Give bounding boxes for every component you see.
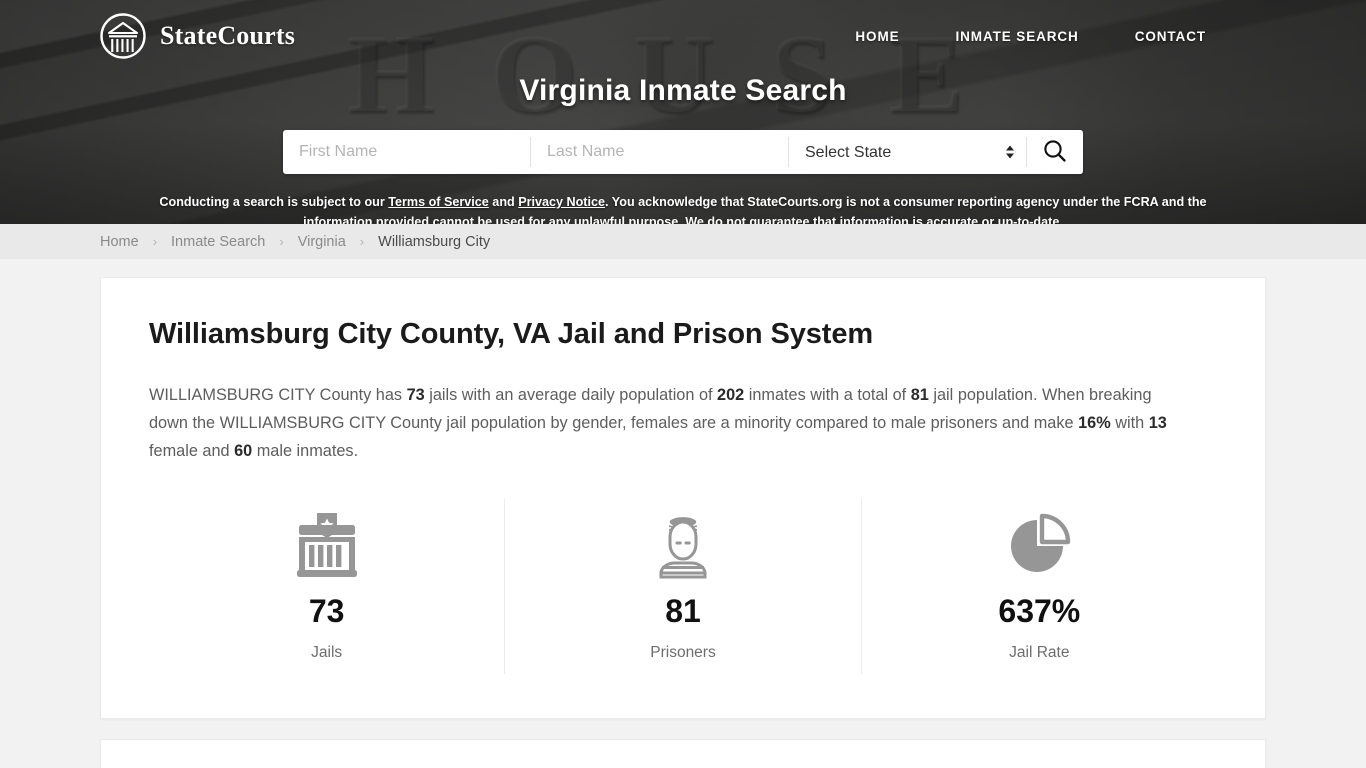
privacy-notice-link[interactable]: Privacy Notice [518,195,605,209]
county-summary-paragraph: WILLIAMSBURG CITY County has 73 jails wi… [149,381,1179,465]
brand-logo[interactable]: StateCourts [99,12,295,60]
stat-label: Prisoners [650,644,716,661]
summary-total-jail-population: 81 [910,386,929,404]
summary-female-count: 13 [1148,414,1167,432]
hero-title: Virginia Inmate Search [519,74,847,107]
summary-text: WILLIAMSBURG CITY County has [149,386,407,404]
summary-text: with [1110,414,1149,432]
inmate-search-form: Select State [283,130,1083,174]
disclaimer-text-2: and [488,195,519,209]
summary-text: inmates with a total of [744,386,911,404]
breadcrumb-item-virginia[interactable]: Virginia [298,234,346,250]
county-overview-card: Williamsburg City County, VA Jail and Pr… [100,277,1266,719]
stat-value: 73 [308,593,345,629]
breadcrumb-separator: › [279,234,284,249]
prisoner-icon [505,507,860,583]
disclaimer-text-1: Conducting a search is subject to our [159,195,389,209]
stat-label: Jail Rate [1009,644,1070,661]
last-name-input[interactable] [531,130,788,174]
stat-jails: 73 Jails [149,499,504,674]
state-select[interactable]: Select State [789,130,1026,174]
stat-value: 637% [998,593,1081,629]
page-title: Williamsburg City County, VA Jail and Pr… [149,318,874,350]
breadcrumb-item-current: Williamsburg City [378,233,491,250]
top-navigation-bar: StateCourts HOME INMATE SEARCH CONTACT [0,0,1366,72]
summary-text: jails with an average daily population o… [424,386,718,404]
search-button[interactable] [1027,130,1083,174]
nav-item-inmate-search[interactable]: INMATE SEARCH [956,29,1079,44]
page-content: Williamsburg City County, VA Jail and Pr… [0,277,1366,768]
terms-of-service-link[interactable]: Terms of Service [388,195,489,209]
nav-item-contact[interactable]: CONTACT [1135,29,1206,44]
summary-female-percent: 16% [1078,414,1111,432]
summary-male-count: 60 [234,442,253,460]
magnifier-icon [1042,138,1068,167]
search-disclaimer: Conducting a search is subject to our Te… [128,192,1238,224]
breadcrumb-separator: › [152,234,158,249]
main-nav: HOME INMATE SEARCH CONTACT [855,29,1206,44]
nav-item-home[interactable]: HOME [855,29,899,44]
jail-building-icon [149,507,504,583]
summary-avg-daily-population: 202 [717,386,745,404]
summary-text: male inmates. [252,442,359,460]
brand-name: StateCourts [160,21,296,50]
statistics-row: 73 Jails 81 Prisoners 637% Jail Rate [149,499,1217,674]
pie-chart-icon [862,507,1217,583]
stat-label: Jails [311,644,343,661]
breadcrumb-item-home[interactable]: Home [100,234,139,250]
secondary-card [100,739,1266,768]
first-name-input[interactable] [283,130,530,174]
breadcrumb-separator: › [359,234,365,249]
site-header: HOUSE StateCourts [0,0,1366,224]
summary-text: female and [149,442,235,460]
stat-value: 81 [665,593,701,629]
stat-prisoners: 81 Prisoners [504,499,860,674]
courthouse-circle-icon [99,12,147,60]
breadcrumb: Home › Inmate Search › Virginia › Willia… [0,224,1366,259]
breadcrumb-item-inmate-search[interactable]: Inmate Search [171,234,265,250]
stat-jail-rate: 637% Jail Rate [860,499,1217,674]
summary-jails-count: 73 [406,386,425,404]
state-select-wrapper: Select State [789,130,1026,174]
